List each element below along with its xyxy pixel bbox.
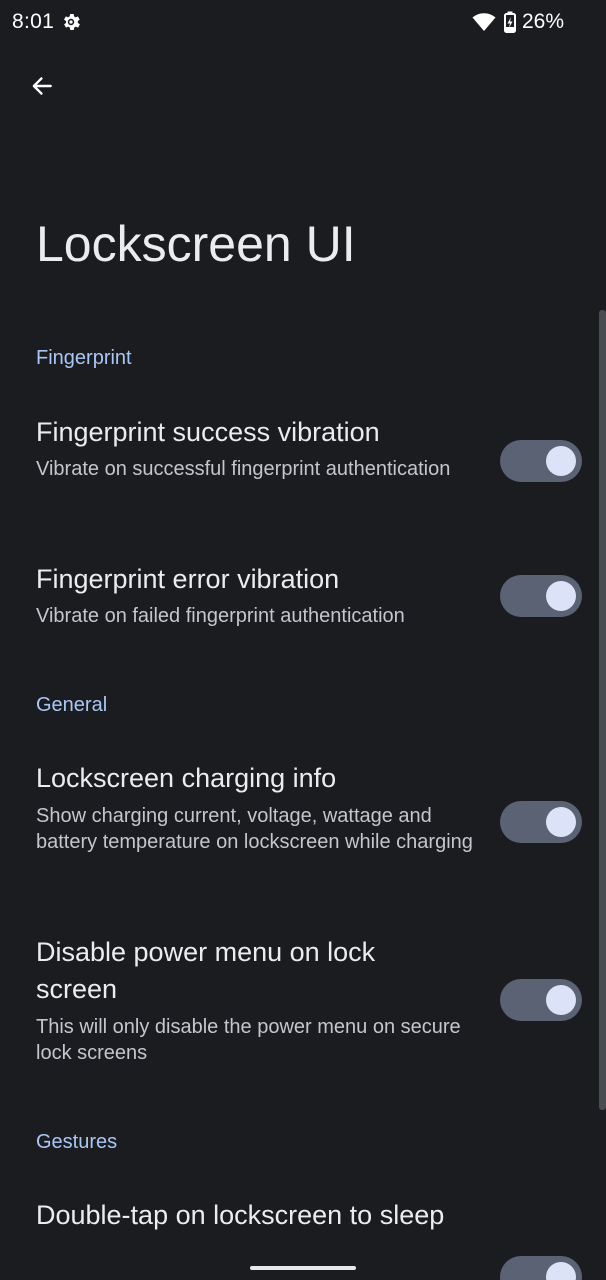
toggle-disable-power-menu[interactable] [500, 979, 582, 1021]
toggle-double-tap-to-sleep[interactable] [500, 1256, 582, 1280]
pref-title: Double-tap on lockscreen to sleep [36, 1200, 445, 1230]
battery-charging-icon [503, 11, 516, 33]
toggle-thumb [546, 1262, 576, 1280]
arrow-back-icon [29, 73, 55, 104]
pref-title: Fingerprint success vibration [36, 417, 380, 447]
page-title: Lockscreen UI [36, 216, 356, 272]
section-header-general: General [36, 694, 108, 716]
toggle-thumb [546, 446, 576, 476]
wifi-icon [472, 12, 496, 32]
toggle-fingerprint-error-vibration[interactable] [500, 575, 582, 617]
status-right-group: 26% [472, 10, 564, 34]
status-bar: 8:01 26% [0, 0, 606, 44]
pref-summary: Show charging current, voltage, wattage … [36, 805, 473, 853]
gesture-nav-handle[interactable] [250, 1266, 356, 1270]
toggle-thumb [546, 985, 576, 1015]
battery-percent: 26% [521, 10, 564, 33]
pref-summary: Vibrate on failed fingerprint authentica… [36, 605, 405, 627]
scrollbar[interactable] [599, 310, 606, 1110]
pref-title: Fingerprint error vibration [36, 564, 340, 594]
section-header-gestures: Gestures [36, 1131, 118, 1153]
toggle-thumb [546, 581, 576, 611]
pref-lockscreen-charging-info[interactable]: Lockscreen charging info Show charging c… [0, 748, 606, 908]
status-time: 8:01 [12, 10, 55, 33]
back-button[interactable] [20, 66, 64, 110]
settings-screen: 8:01 26% Lockscreen UI Fingerprint Finge… [0, 0, 606, 1280]
pref-fingerprint-error-vibration[interactable]: Fingerprint error vibration Vibrate on f… [0, 548, 606, 658]
pref-title: Disable power menu on lock screen [36, 937, 376, 1004]
toggle-lockscreen-charging-info[interactable] [500, 801, 582, 843]
pref-title: Lockscreen charging info [36, 763, 337, 793]
pref-summary: This will only disable the power menu on… [36, 1016, 461, 1064]
pref-disable-power-menu[interactable]: Disable power menu on lock screen This w… [0, 924, 606, 1084]
toggle-fingerprint-success-vibration[interactable] [500, 440, 582, 482]
toggle-thumb [546, 807, 576, 837]
gear-icon [60, 11, 82, 33]
pref-summary: Vibrate on successful fingerprint authen… [36, 458, 451, 480]
section-header-fingerprint: Fingerprint [36, 347, 132, 369]
pref-fingerprint-success-vibration[interactable]: Fingerprint success vibration Vibrate on… [0, 400, 606, 530]
